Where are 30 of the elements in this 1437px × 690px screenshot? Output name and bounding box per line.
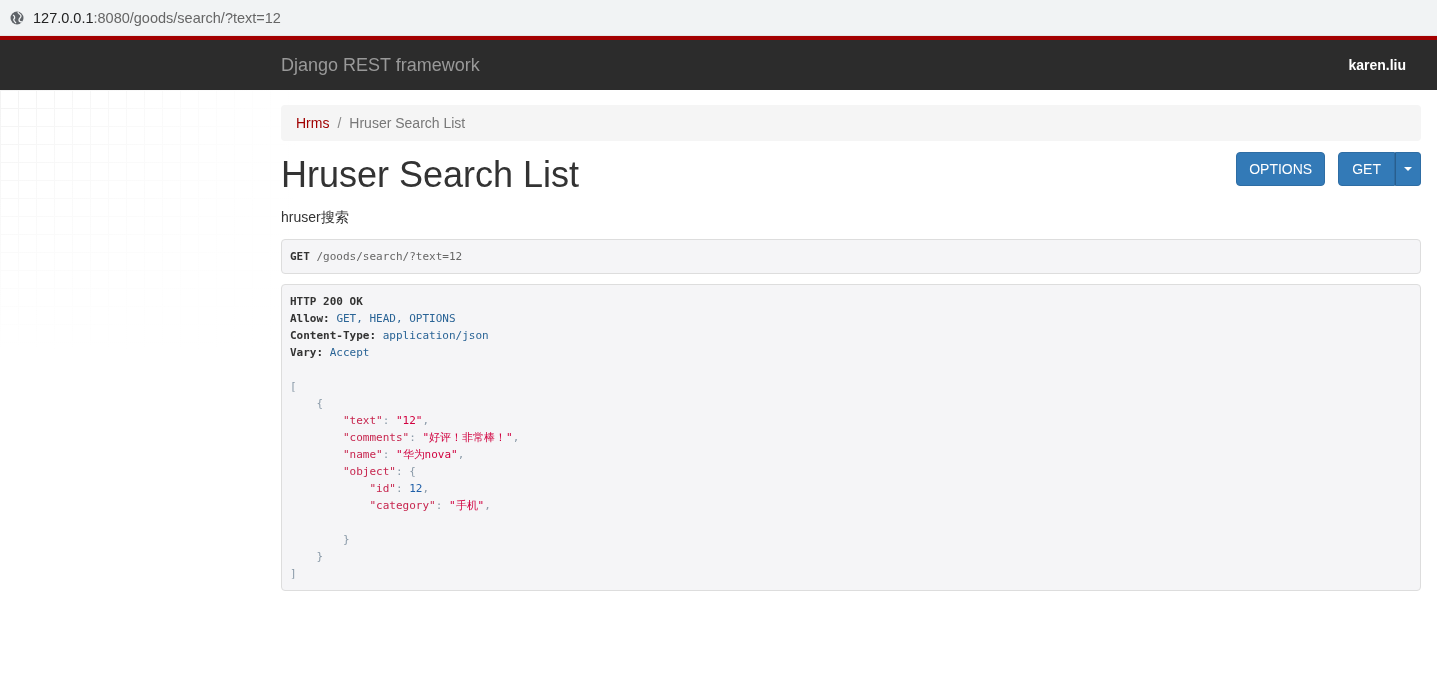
status-line: HTTP 200 OK: [290, 293, 364, 310]
header-line: Content-Type: application/json: [290, 327, 490, 344]
breadcrumb-link[interactable]: Hruser Search List: [349, 115, 466, 131]
header-line: Vary: Accept: [290, 344, 371, 361]
code-line: }: [341, 531, 351, 548]
url-text: 127.0.0.1:8080/goods/search/?text=12: [33, 9, 281, 26]
request-line: GET /goods/search/?text=12: [290, 248, 464, 265]
description-text: hruser搜索: [281, 208, 350, 227]
get-button[interactable]: GET: [1338, 152, 1395, 186]
code-line: {: [315, 395, 325, 412]
header-line: Allow: GET, HEAD, OPTIONS: [290, 310, 457, 327]
dropdown-toggle[interactable]: [1395, 152, 1421, 186]
globe-icon: [10, 10, 24, 25]
code-line: }: [315, 548, 325, 565]
address-bar[interactable]: 127.0.0.1:8080/goods/search/?text=12: [0, 0, 1437, 36]
caret-icon: [1404, 167, 1412, 171]
breadcrumb-separator: /: [337, 115, 342, 131]
code-line: "text": "12",: [341, 412, 431, 429]
user-link[interactable]: karen.liu: [1348, 57, 1406, 73]
code-line: ]: [290, 565, 298, 582]
code-line: "object": {: [341, 463, 417, 480]
code-line: [: [290, 378, 298, 395]
breadcrumb-link[interactable]: Hrms: [296, 115, 330, 131]
code-line: "name": "华为nova",: [341, 446, 466, 463]
code-line: "category": "手机",: [368, 497, 492, 514]
page-title: Hruser Search List: [281, 153, 580, 197]
brand-link[interactable]: Django REST framework: [281, 54, 480, 76]
code-line: "id": 12,: [368, 480, 431, 497]
options-button[interactable]: OPTIONS: [1236, 152, 1326, 186]
code-line: "comments": "好评！非常棒！",: [341, 429, 521, 446]
